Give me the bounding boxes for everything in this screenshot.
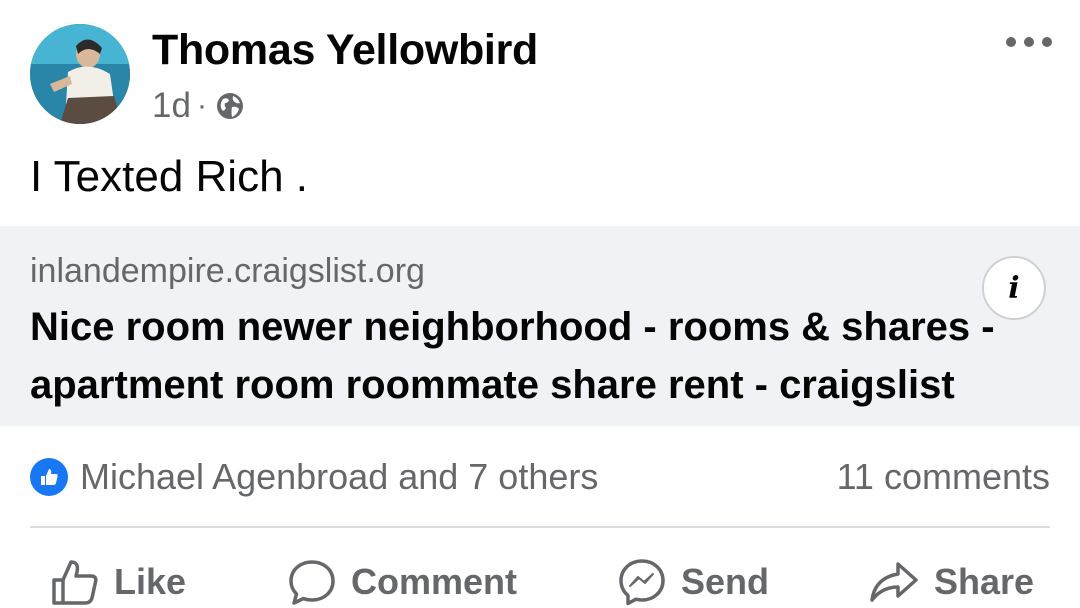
comments-count[interactable]: 11 comments xyxy=(837,456,1050,498)
comment-button[interactable]: Comment xyxy=(287,556,517,608)
reactions-text: Michael Agenbroad and 7 others xyxy=(80,456,599,497)
divider xyxy=(30,526,1050,528)
more-options-icon[interactable] xyxy=(1006,30,1052,54)
share-button[interactable]: Share xyxy=(868,556,1034,608)
link-title: Nice room newer neighborhood - rooms & s… xyxy=(30,305,995,407)
author-name[interactable]: Thomas Yellowbird xyxy=(152,26,538,75)
globe-icon[interactable] xyxy=(215,91,245,121)
send-label: Send xyxy=(681,561,770,602)
feed-post: Thomas Yellowbird 1d · I Texted Rich . i… xyxy=(0,0,1080,607)
post-time[interactable]: 1d xyxy=(152,86,191,126)
comment-label: Comment xyxy=(351,561,518,602)
send-button[interactable]: Send xyxy=(617,556,769,608)
reactions-summary[interactable]: Michael Agenbroad and 7 others xyxy=(30,456,598,498)
like-button[interactable]: Like xyxy=(50,556,186,608)
share-arrow-icon xyxy=(870,562,918,602)
like-label: Like xyxy=(114,561,187,602)
post-text: I Texted Rich . xyxy=(30,152,308,201)
link-preview[interactable]: inlandempire.craigslist.org Nice room ne… xyxy=(0,226,1080,426)
author-avatar[interactable] xyxy=(30,24,130,124)
share-label: Share xyxy=(934,561,1035,602)
speech-bubble-icon xyxy=(289,560,335,605)
messenger-icon xyxy=(619,559,665,606)
info-button[interactable]: i xyxy=(982,256,1046,320)
link-domain: inlandempire.craigslist.org xyxy=(30,252,425,290)
like-reaction-icon xyxy=(30,458,68,496)
post-meta: 1d · xyxy=(152,86,245,126)
meta-separator: · xyxy=(196,89,207,122)
thumbs-up-icon xyxy=(52,560,98,605)
